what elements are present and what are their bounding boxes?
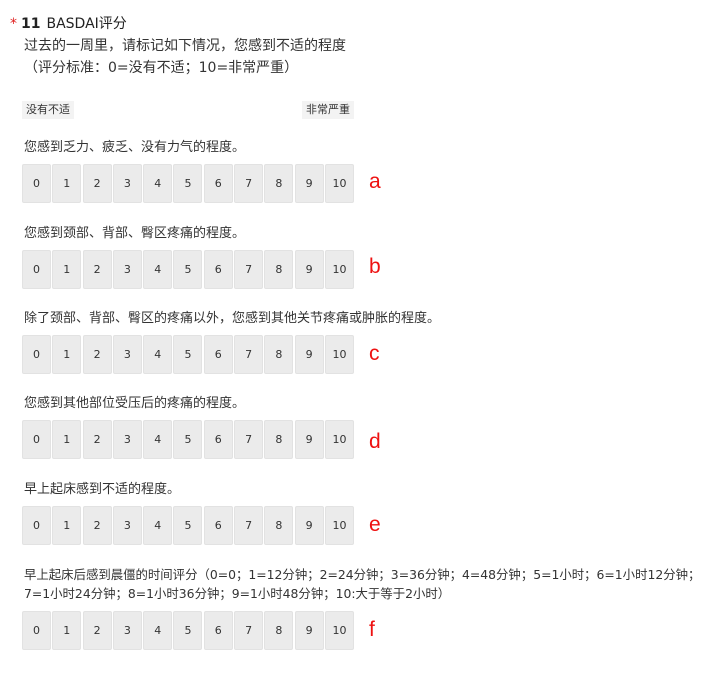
rating-option[interactable]: 4 <box>143 164 173 203</box>
item-c-scale: 0 1 2 3 4 5 6 7 8 9 10 <box>22 335 354 374</box>
rating-option[interactable]: 9 <box>294 506 324 545</box>
item-f-scale: 0 1 2 3 4 5 6 7 8 9 10 <box>22 611 354 650</box>
item-c-letter: c <box>369 342 380 365</box>
rating-option[interactable]: 8 <box>264 250 294 289</box>
rating-option[interactable]: 9 <box>294 611 324 650</box>
item-e-letter: e <box>369 513 381 536</box>
item-f-text: 早上起床后感到晨僵的时间评分（0=0；1=12分钟；2=24分钟；3=36分钟；… <box>24 567 701 582</box>
question-header: * 11 BASDAI评分 <box>10 14 127 34</box>
rating-option[interactable]: 5 <box>173 335 203 374</box>
scale-high-label: 非常严重 <box>302 101 354 119</box>
item-a-scale: 0 1 2 3 4 5 6 7 8 9 10 <box>22 164 354 203</box>
rating-option[interactable]: 10 <box>324 611 354 650</box>
rating-option[interactable]: 9 <box>294 335 324 374</box>
rating-option[interactable]: 2 <box>82 164 112 203</box>
rating-option[interactable]: 8 <box>264 420 294 459</box>
rating-option[interactable]: 0 <box>22 506 51 545</box>
rating-option[interactable]: 2 <box>82 611 112 650</box>
rating-option[interactable]: 6 <box>203 611 233 650</box>
rating-option[interactable]: 0 <box>22 164 51 203</box>
rating-option[interactable]: 6 <box>203 164 233 203</box>
rating-option[interactable]: 4 <box>143 250 173 289</box>
rating-option[interactable]: 7 <box>234 420 264 459</box>
rating-option[interactable]: 7 <box>234 611 264 650</box>
rating-option[interactable]: 8 <box>264 611 294 650</box>
rating-option[interactable]: 1 <box>52 335 82 374</box>
item-a-letter: a <box>369 170 381 193</box>
rating-option[interactable]: 8 <box>264 164 294 203</box>
rating-option[interactable]: 6 <box>203 506 233 545</box>
rating-option[interactable]: 0 <box>22 420 51 459</box>
rating-option[interactable]: 10 <box>324 164 354 203</box>
rating-option[interactable]: 7 <box>234 164 264 203</box>
rating-option[interactable]: 4 <box>143 335 173 374</box>
question-instruction: 过去的一周里，请标记如下情况，您感到不适的程度 <box>24 38 346 54</box>
rating-option[interactable]: 9 <box>294 420 324 459</box>
rating-option[interactable]: 5 <box>173 611 203 650</box>
item-a-text: 您感到乏力、疲乏、没有力气的程度。 <box>24 140 246 155</box>
rating-option[interactable]: 3 <box>112 420 142 459</box>
rating-option[interactable]: 2 <box>82 335 112 374</box>
scale-low-label: 没有不适 <box>22 101 74 119</box>
rating-option[interactable]: 8 <box>264 335 294 374</box>
item-d-text: 您感到其他部位受压后的疼痛的程度。 <box>24 396 246 411</box>
required-mark: * <box>10 16 17 32</box>
item-b-scale: 0 1 2 3 4 5 6 7 8 9 10 <box>22 250 354 289</box>
item-b-text: 您感到颈部、背部、臀区疼痛的程度。 <box>24 226 246 241</box>
rating-option[interactable]: 7 <box>234 506 264 545</box>
rating-option[interactable]: 7 <box>234 250 264 289</box>
rating-option[interactable]: 5 <box>173 164 203 203</box>
rating-option[interactable]: 10 <box>324 420 354 459</box>
rating-option[interactable]: 9 <box>294 164 324 203</box>
item-f-letter: f <box>369 618 375 641</box>
rating-option[interactable]: 6 <box>203 250 233 289</box>
rating-option[interactable]: 0 <box>22 611 51 650</box>
rating-option[interactable]: 9 <box>294 250 324 289</box>
scale-note: （评分标准：0=没有不适；10=非常严重） <box>24 60 299 76</box>
rating-option[interactable]: 10 <box>324 506 354 545</box>
rating-option[interactable]: 1 <box>52 250 82 289</box>
rating-option[interactable]: 3 <box>112 164 142 203</box>
rating-option[interactable]: 5 <box>173 506 203 545</box>
rating-option[interactable]: 4 <box>143 611 173 650</box>
rating-option[interactable]: 4 <box>143 506 173 545</box>
rating-option[interactable]: 10 <box>324 250 354 289</box>
rating-option[interactable]: 1 <box>52 420 82 459</box>
item-d-letter: d <box>369 430 381 453</box>
rating-option[interactable]: 3 <box>112 335 142 374</box>
rating-option[interactable]: 2 <box>82 250 112 289</box>
rating-option[interactable]: 6 <box>203 420 233 459</box>
question-number: 11 <box>21 16 41 32</box>
rating-option[interactable]: 1 <box>52 164 82 203</box>
rating-option[interactable]: 1 <box>52 506 82 545</box>
rating-option[interactable]: 8 <box>264 506 294 545</box>
item-e-text: 早上起床感到不适的程度。 <box>24 482 181 497</box>
rating-option[interactable]: 3 <box>112 250 142 289</box>
rating-option[interactable]: 5 <box>173 250 203 289</box>
rating-option[interactable]: 6 <box>203 335 233 374</box>
item-f-text-line2: 7=1小时24分钟；8=1小时36分钟；9=1小时48分钟；10:大于等于2小时… <box>24 586 451 601</box>
rating-option[interactable]: 3 <box>112 611 142 650</box>
rating-option[interactable]: 3 <box>112 506 142 545</box>
rating-option[interactable]: 7 <box>234 335 264 374</box>
rating-option[interactable]: 1 <box>52 611 82 650</box>
item-c-text: 除了颈部、背部、臀区的疼痛以外，您感到其他关节疼痛或肿胀的程度。 <box>24 311 441 326</box>
rating-option[interactable]: 2 <box>82 420 112 459</box>
item-e-scale: 0 1 2 3 4 5 6 7 8 9 10 <box>22 506 354 545</box>
question-title: BASDAI评分 <box>46 16 127 32</box>
item-b-letter: b <box>369 255 381 278</box>
rating-option[interactable]: 10 <box>324 335 354 374</box>
item-d-scale: 0 1 2 3 4 5 6 7 8 9 10 <box>22 420 354 459</box>
survey-page: * 11 BASDAI评分 过去的一周里，请标记如下情况，您感到不适的程度 （评分标… <box>0 0 710 679</box>
rating-option[interactable]: 0 <box>22 335 51 374</box>
rating-option[interactable]: 0 <box>22 250 51 289</box>
rating-option[interactable]: 4 <box>143 420 173 459</box>
rating-option[interactable]: 5 <box>173 420 203 459</box>
rating-option[interactable]: 2 <box>82 506 112 545</box>
